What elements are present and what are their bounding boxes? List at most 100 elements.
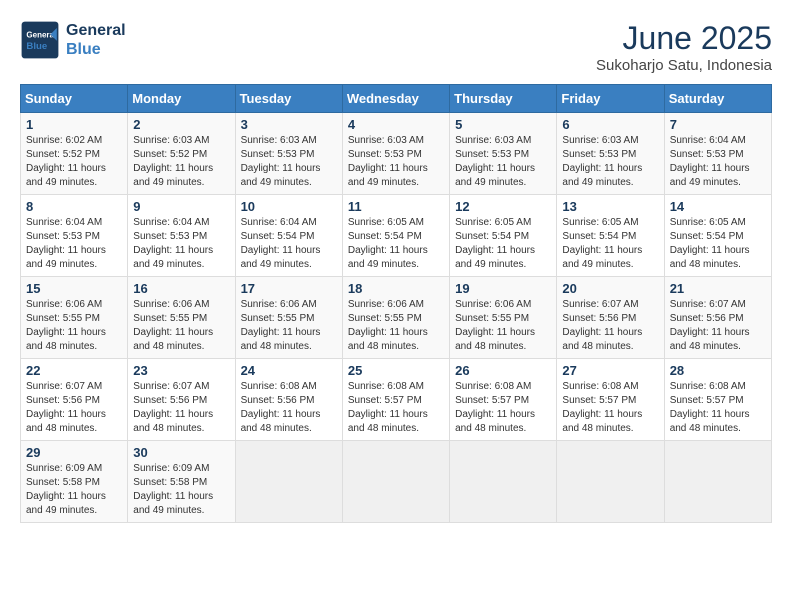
- calendar-cell: 25 Sunrise: 6:08 AM Sunset: 5:57 PM Dayl…: [342, 359, 449, 441]
- calendar-cell: 15 Sunrise: 6:06 AM Sunset: 5:55 PM Dayl…: [21, 277, 128, 359]
- weekday-header-monday: Monday: [128, 85, 235, 113]
- day-info: Sunrise: 6:06 AM Sunset: 5:55 PM Dayligh…: [26, 298, 122, 354]
- calendar-week-row: 22 Sunrise: 6:07 AM Sunset: 5:56 PM Dayl…: [21, 359, 772, 441]
- day-number: 26: [455, 363, 551, 378]
- calendar-cell: 22 Sunrise: 6:07 AM Sunset: 5:56 PM Dayl…: [21, 359, 128, 441]
- day-number: 25: [348, 363, 444, 378]
- calendar-cell: 14 Sunrise: 6:05 AM Sunset: 5:54 PM Dayl…: [664, 195, 771, 277]
- calendar-cell: 17 Sunrise: 6:06 AM Sunset: 5:55 PM Dayl…: [235, 277, 342, 359]
- day-number: 12: [455, 199, 551, 214]
- calendar-week-row: 8 Sunrise: 6:04 AM Sunset: 5:53 PM Dayli…: [21, 195, 772, 277]
- calendar-cell: 1 Sunrise: 6:02 AM Sunset: 5:52 PM Dayli…: [21, 113, 128, 195]
- day-number: 9: [133, 199, 229, 214]
- day-info: Sunrise: 6:08 AM Sunset: 5:57 PM Dayligh…: [348, 380, 444, 436]
- calendar-table: SundayMondayTuesdayWednesdayThursdayFrid…: [20, 84, 772, 523]
- calendar-cell: 2 Sunrise: 6:03 AM Sunset: 5:52 PM Dayli…: [128, 113, 235, 195]
- calendar-title: June 2025: [596, 20, 772, 57]
- logo: General Blue General Blue: [20, 20, 126, 60]
- day-number: 8: [26, 199, 122, 214]
- day-info: Sunrise: 6:07 AM Sunset: 5:56 PM Dayligh…: [562, 298, 658, 354]
- calendar-cell: 12 Sunrise: 6:05 AM Sunset: 5:54 PM Dayl…: [450, 195, 557, 277]
- weekday-header-friday: Friday: [557, 85, 664, 113]
- calendar-cell: 23 Sunrise: 6:07 AM Sunset: 5:56 PM Dayl…: [128, 359, 235, 441]
- title-area: June 2025 Sukoharjo Satu, Indonesia: [596, 20, 772, 74]
- day-info: Sunrise: 6:05 AM Sunset: 5:54 PM Dayligh…: [348, 216, 444, 272]
- calendar-cell: 8 Sunrise: 6:04 AM Sunset: 5:53 PM Dayli…: [21, 195, 128, 277]
- day-number: 17: [241, 281, 337, 296]
- day-number: 4: [348, 117, 444, 132]
- day-info: Sunrise: 6:06 AM Sunset: 5:55 PM Dayligh…: [133, 298, 229, 354]
- day-info: Sunrise: 6:08 AM Sunset: 5:56 PM Dayligh…: [241, 380, 337, 436]
- day-number: 29: [26, 445, 122, 460]
- calendar-cell: 19 Sunrise: 6:06 AM Sunset: 5:55 PM Dayl…: [450, 277, 557, 359]
- weekday-header-saturday: Saturday: [664, 85, 771, 113]
- day-number: 19: [455, 281, 551, 296]
- day-number: 5: [455, 117, 551, 132]
- day-number: 14: [670, 199, 766, 214]
- day-info: Sunrise: 6:04 AM Sunset: 5:53 PM Dayligh…: [670, 134, 766, 190]
- day-number: 22: [26, 363, 122, 378]
- day-info: Sunrise: 6:08 AM Sunset: 5:57 PM Dayligh…: [670, 380, 766, 436]
- day-number: 27: [562, 363, 658, 378]
- day-number: 24: [241, 363, 337, 378]
- day-info: Sunrise: 6:03 AM Sunset: 5:53 PM Dayligh…: [455, 134, 551, 190]
- calendar-cell: 20 Sunrise: 6:07 AM Sunset: 5:56 PM Dayl…: [557, 277, 664, 359]
- day-info: Sunrise: 6:07 AM Sunset: 5:56 PM Dayligh…: [133, 380, 229, 436]
- weekday-header-sunday: Sunday: [21, 85, 128, 113]
- calendar-cell: 30 Sunrise: 6:09 AM Sunset: 5:58 PM Dayl…: [128, 441, 235, 523]
- day-number: 23: [133, 363, 229, 378]
- calendar-week-row: 1 Sunrise: 6:02 AM Sunset: 5:52 PM Dayli…: [21, 113, 772, 195]
- day-info: Sunrise: 6:09 AM Sunset: 5:58 PM Dayligh…: [26, 462, 122, 518]
- day-info: Sunrise: 6:03 AM Sunset: 5:53 PM Dayligh…: [348, 134, 444, 190]
- day-info: Sunrise: 6:07 AM Sunset: 5:56 PM Dayligh…: [26, 380, 122, 436]
- day-info: Sunrise: 6:03 AM Sunset: 5:53 PM Dayligh…: [562, 134, 658, 190]
- calendar-cell: 5 Sunrise: 6:03 AM Sunset: 5:53 PM Dayli…: [450, 113, 557, 195]
- day-info: Sunrise: 6:04 AM Sunset: 5:53 PM Dayligh…: [133, 216, 229, 272]
- day-number: 18: [348, 281, 444, 296]
- day-number: 10: [241, 199, 337, 214]
- day-number: 20: [562, 281, 658, 296]
- day-number: 13: [562, 199, 658, 214]
- day-info: Sunrise: 6:05 AM Sunset: 5:54 PM Dayligh…: [670, 216, 766, 272]
- calendar-cell: [664, 441, 771, 523]
- day-info: Sunrise: 6:08 AM Sunset: 5:57 PM Dayligh…: [562, 380, 658, 436]
- day-info: Sunrise: 6:04 AM Sunset: 5:54 PM Dayligh…: [241, 216, 337, 272]
- day-info: Sunrise: 6:05 AM Sunset: 5:54 PM Dayligh…: [455, 216, 551, 272]
- day-info: Sunrise: 6:07 AM Sunset: 5:56 PM Dayligh…: [670, 298, 766, 354]
- day-info: Sunrise: 6:09 AM Sunset: 5:58 PM Dayligh…: [133, 462, 229, 518]
- day-number: 16: [133, 281, 229, 296]
- weekday-header-thursday: Thursday: [450, 85, 557, 113]
- day-number: 6: [562, 117, 658, 132]
- calendar-cell: 11 Sunrise: 6:05 AM Sunset: 5:54 PM Dayl…: [342, 195, 449, 277]
- day-info: Sunrise: 6:02 AM Sunset: 5:52 PM Dayligh…: [26, 134, 122, 190]
- calendar-cell: 10 Sunrise: 6:04 AM Sunset: 5:54 PM Dayl…: [235, 195, 342, 277]
- calendar-cell: 4 Sunrise: 6:03 AM Sunset: 5:53 PM Dayli…: [342, 113, 449, 195]
- calendar-cell: 9 Sunrise: 6:04 AM Sunset: 5:53 PM Dayli…: [128, 195, 235, 277]
- day-info: Sunrise: 6:06 AM Sunset: 5:55 PM Dayligh…: [348, 298, 444, 354]
- calendar-cell: 16 Sunrise: 6:06 AM Sunset: 5:55 PM Dayl…: [128, 277, 235, 359]
- calendar-cell: 3 Sunrise: 6:03 AM Sunset: 5:53 PM Dayli…: [235, 113, 342, 195]
- calendar-cell: 13 Sunrise: 6:05 AM Sunset: 5:54 PM Dayl…: [557, 195, 664, 277]
- calendar-cell: [235, 441, 342, 523]
- calendar-cell: 27 Sunrise: 6:08 AM Sunset: 5:57 PM Dayl…: [557, 359, 664, 441]
- day-number: 3: [241, 117, 337, 132]
- calendar-subtitle: Sukoharjo Satu, Indonesia: [596, 57, 772, 74]
- calendar-cell: 18 Sunrise: 6:06 AM Sunset: 5:55 PM Dayl…: [342, 277, 449, 359]
- calendar-week-row: 15 Sunrise: 6:06 AM Sunset: 5:55 PM Dayl…: [21, 277, 772, 359]
- day-number: 21: [670, 281, 766, 296]
- day-info: Sunrise: 6:05 AM Sunset: 5:54 PM Dayligh…: [562, 216, 658, 272]
- day-info: Sunrise: 6:06 AM Sunset: 5:55 PM Dayligh…: [241, 298, 337, 354]
- calendar-week-row: 29 Sunrise: 6:09 AM Sunset: 5:58 PM Dayl…: [21, 441, 772, 523]
- day-info: Sunrise: 6:04 AM Sunset: 5:53 PM Dayligh…: [26, 216, 122, 272]
- calendar-cell: [557, 441, 664, 523]
- day-number: 1: [26, 117, 122, 132]
- calendar-cell: 24 Sunrise: 6:08 AM Sunset: 5:56 PM Dayl…: [235, 359, 342, 441]
- calendar-cell: [342, 441, 449, 523]
- day-info: Sunrise: 6:06 AM Sunset: 5:55 PM Dayligh…: [455, 298, 551, 354]
- day-number: 15: [26, 281, 122, 296]
- page-header: General Blue General Blue June 2025 Suko…: [20, 20, 772, 74]
- day-number: 28: [670, 363, 766, 378]
- day-number: 7: [670, 117, 766, 132]
- day-info: Sunrise: 6:03 AM Sunset: 5:53 PM Dayligh…: [241, 134, 337, 190]
- weekday-header-tuesday: Tuesday: [235, 85, 342, 113]
